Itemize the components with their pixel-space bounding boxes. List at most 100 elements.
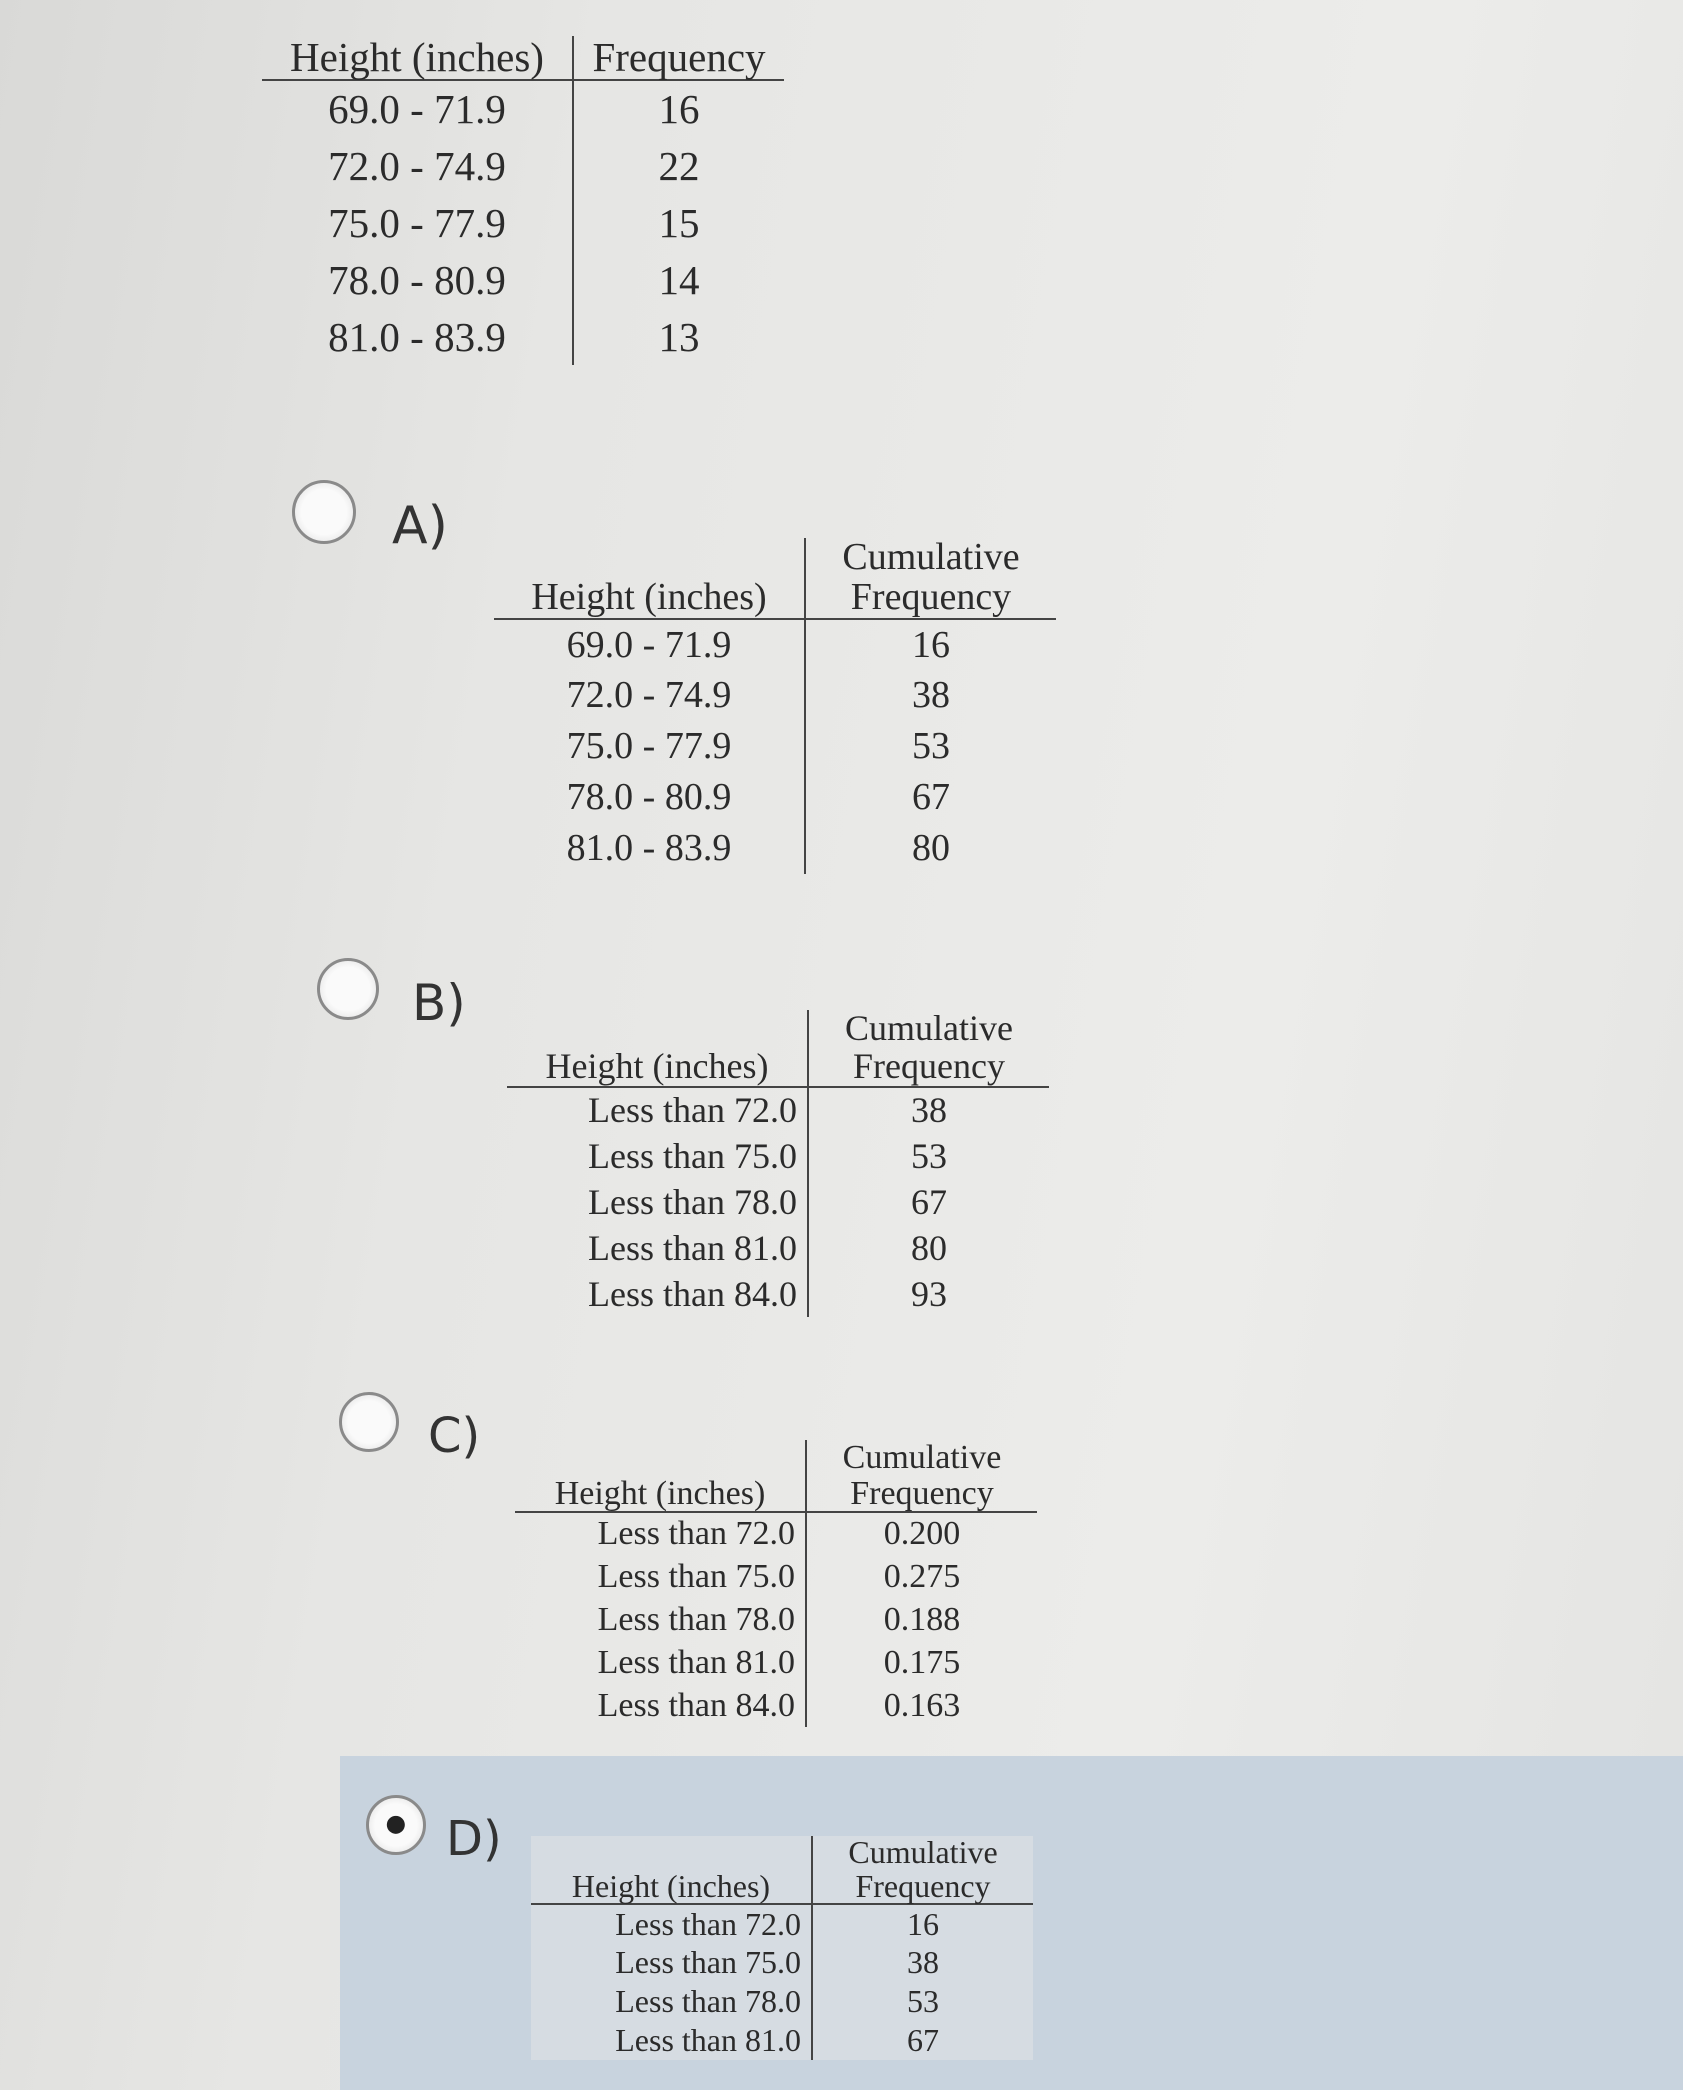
table-row: 78.0 - 80.9 67 [494, 771, 1056, 823]
header-height: Height (inches) [507, 1010, 809, 1088]
table-row: Less than 78.0 53 [531, 1982, 1033, 2022]
height-class: Less than 78.0 [515, 1598, 807, 1642]
height-class: Less than 72.0 [515, 1512, 807, 1556]
header-cumulative: Cumulative [842, 1439, 1002, 1476]
height-class: Less than 75.0 [515, 1555, 807, 1599]
table-row: Less than 75.0 0.275 [515, 1555, 1037, 1599]
cumulative-frequency-table-a: Height (inches) Cumulative Frequency 69.0 -… [494, 536, 1056, 874]
height-range: 75.0 - 77.9 [262, 194, 574, 252]
table-row: 72.0 - 74.9 38 [494, 669, 1056, 721]
table-row: Less than 81.0 67 [531, 2021, 1033, 2061]
header-frequency: Frequency [808, 1047, 1049, 1088]
height-class: Less than 72.0 [507, 1086, 809, 1133]
header-cumulative: Cumulative [848, 1834, 998, 1870]
table-row: Less than 72.0 16 [531, 1904, 1033, 1944]
height-class: Less than 75.0 [507, 1132, 809, 1179]
header-height: Height (inches) [531, 1836, 813, 1906]
table-row: Less than 72.0 0.200 [515, 1512, 1037, 1556]
table-row: 69.0 - 71.9 16 [262, 80, 784, 138]
radio-button-b[interactable] [317, 958, 379, 1020]
table-row: 81.0 - 83.9 80 [494, 822, 1056, 874]
cumulative-value: 38 [911, 1090, 947, 1131]
option-label[interactable]: C) [428, 1408, 480, 1464]
cumulative-value: 80 [912, 827, 950, 870]
table-row: Less than 84.0 0.163 [515, 1684, 1037, 1728]
frequency-table: Height (inches) Frequency 69.0 - 71.9 16 7… [262, 35, 784, 366]
table-row: 78.0 - 80.9 14 [262, 251, 784, 309]
cumulative-value: 53 [907, 1983, 939, 2020]
header-height: Height (inches) [515, 1440, 807, 1514]
cumulative-value: 0.275 [883, 1557, 961, 1595]
height-class: 69.0 - 71.9 [494, 618, 806, 670]
table-row: 81.0 - 83.9 13 [262, 308, 784, 366]
table-row: 72.0 - 74.9 22 [262, 137, 784, 195]
header-cumulative: Cumulative [842, 536, 1020, 578]
height-class: 81.0 - 83.9 [494, 822, 806, 874]
cumulative-value: 16 [912, 623, 950, 666]
table-row: Less than 84.0 93 [507, 1270, 1049, 1317]
radio-button-a[interactable] [292, 480, 356, 544]
option-a[interactable]: A) [292, 468, 448, 556]
frequency-value: 14 [658, 256, 700, 303]
cumulative-value: 38 [912, 674, 950, 717]
cumulative-value: 67 [907, 2022, 939, 2059]
height-class: 78.0 - 80.9 [494, 771, 806, 823]
option-c[interactable]: C) [339, 1380, 480, 1464]
frequency-value: 13 [658, 313, 700, 360]
cumulative-value: 16 [907, 1905, 939, 1942]
header-frequency: Frequency [806, 1475, 1037, 1514]
radio-button-d[interactable] [366, 1795, 426, 1855]
height-class: Less than 81.0 [507, 1224, 809, 1271]
height-class: Less than 72.0 [531, 1904, 813, 1944]
height-range: 69.0 - 71.9 [262, 80, 574, 138]
height-class: Less than 84.0 [515, 1684, 807, 1728]
frequency-value: 15 [658, 199, 700, 246]
height-class: Less than 81.0 [531, 2021, 813, 2061]
height-class: 75.0 - 77.9 [494, 720, 806, 772]
cumulative-value: 0.163 [883, 1686, 961, 1724]
cumulative-value: 53 [911, 1135, 947, 1176]
header-height: Height (inches) [494, 538, 806, 620]
table-row: Less than 78.0 67 [507, 1178, 1049, 1225]
header-frequency: Frequency [812, 1869, 1033, 1906]
height-range: 81.0 - 83.9 [262, 308, 574, 366]
cumulative-value: 53 [912, 725, 950, 768]
height-range: 72.0 - 74.9 [262, 137, 574, 195]
header-frequency: Frequency [805, 577, 1056, 620]
table-row: Less than 81.0 0.175 [515, 1641, 1037, 1685]
option-label[interactable]: B) [412, 974, 466, 1032]
option-label[interactable]: A) [392, 496, 448, 556]
height-class: Less than 78.0 [507, 1178, 809, 1225]
option-d[interactable]: D) [366, 1783, 502, 1867]
height-range: 78.0 - 80.9 [262, 251, 574, 309]
table-row: 75.0 - 77.9 53 [494, 720, 1056, 772]
header-height: Height (inches) [262, 35, 574, 82]
header-cumulative: Cumulative [845, 1008, 1013, 1048]
cumulative-frequency-table-b: Height (inches) Cumulative Frequency Less t… [507, 1008, 1049, 1317]
height-class: 72.0 - 74.9 [494, 669, 806, 721]
table-row: 69.0 - 71.9 16 [494, 618, 1056, 670]
table-row: Less than 72.0 38 [507, 1086, 1049, 1133]
option-b[interactable]: B) [317, 946, 466, 1032]
height-class: Less than 78.0 [531, 1982, 813, 2022]
height-class: Less than 84.0 [507, 1270, 809, 1317]
cumulative-value: 80 [911, 1227, 947, 1268]
cumulative-value: 0.175 [883, 1643, 961, 1681]
table-row: 75.0 - 77.9 15 [262, 194, 784, 252]
cumulative-frequency-table-d: Height (inches) Cumulative Frequency Less t… [531, 1834, 1033, 2061]
height-class: Less than 75.0 [531, 1943, 813, 1983]
cumulative-value: 0.188 [883, 1600, 961, 1638]
cumulative-value: 93 [911, 1273, 947, 1314]
table-row: Less than 75.0 53 [507, 1132, 1049, 1179]
frequency-value: 22 [658, 142, 700, 189]
radio-button-c[interactable] [339, 1392, 399, 1452]
cumulative-value: 67 [912, 776, 950, 819]
table-row: Less than 75.0 38 [531, 1943, 1033, 1983]
option-label[interactable]: D) [446, 1811, 502, 1867]
table-row: Less than 78.0 0.188 [515, 1598, 1037, 1642]
height-class: Less than 81.0 [515, 1641, 807, 1685]
cumulative-value: 67 [911, 1181, 947, 1222]
cumulative-frequency-table-c: Height (inches) Cumulative Frequency Less t… [515, 1439, 1037, 1728]
frequency-value: 16 [658, 86, 700, 133]
table-row: Less than 81.0 80 [507, 1224, 1049, 1271]
